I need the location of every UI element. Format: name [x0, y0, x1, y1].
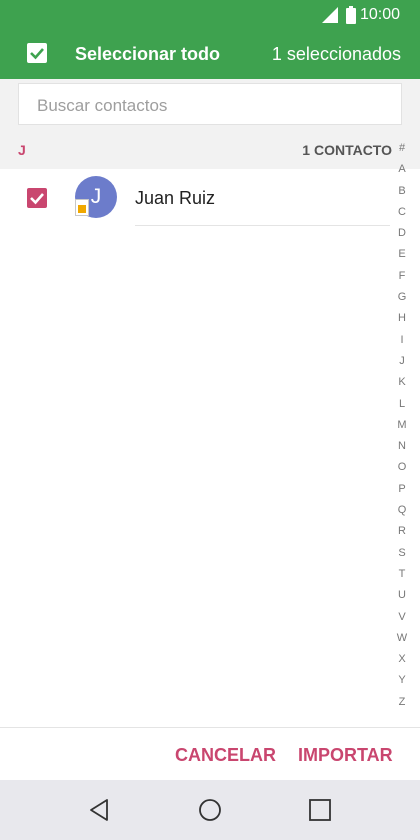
import-button[interactable]: IMPORTAR [298, 745, 393, 766]
cancel-button[interactable]: CANCELAR [175, 745, 276, 766]
index-letter[interactable]: V [392, 607, 412, 628]
index-letter[interactable]: W [392, 628, 412, 649]
index-letter[interactable]: E [392, 244, 412, 265]
status-bar: 10:00 [0, 0, 420, 30]
selected-count: 1 seleccionados [271, 44, 401, 64]
index-letter[interactable]: # [392, 138, 412, 159]
index-letter[interactable]: S [392, 543, 412, 564]
select-all-checkbox[interactable] [27, 43, 47, 63]
index-letter[interactable]: F [392, 266, 412, 287]
index-letter[interactable]: U [392, 585, 412, 606]
index-letter[interactable]: D [392, 223, 412, 244]
index-letter[interactable]: J [392, 351, 412, 372]
section-count: 1 CONTACTO [302, 142, 392, 158]
index-letter[interactable]: N [392, 436, 412, 457]
battery-icon [346, 6, 356, 24]
divider [135, 225, 390, 226]
index-letter[interactable]: M [392, 415, 412, 436]
contact-item[interactable]: J Juan Ruiz [0, 169, 392, 227]
signal-icon [322, 7, 338, 23]
index-letter[interactable]: C [392, 202, 412, 223]
alphabet-index[interactable]: # A B C D E F G H I J K L M N O P Q R S T U V W X Y Z [392, 138, 412, 713]
home-icon[interactable] [196, 796, 224, 824]
search-input[interactable]: Buscar contactos [18, 83, 402, 125]
app-bar: Seleccionar todo 1 seleccionados [0, 30, 420, 79]
back-icon[interactable] [86, 796, 114, 824]
section-letter: J [18, 142, 26, 158]
index-letter[interactable]: I [392, 330, 412, 351]
select-all-label[interactable]: Seleccionar todo [75, 44, 220, 65]
clock: 10:00 [360, 6, 401, 23]
contact-name: Juan Ruiz [135, 188, 216, 208]
index-letter[interactable]: A [392, 159, 412, 180]
recents-icon[interactable] [306, 796, 334, 824]
index-letter[interactable]: L [392, 394, 412, 415]
index-letter[interactable]: H [392, 308, 412, 329]
search-bar: Buscar contactos [0, 79, 420, 131]
index-letter[interactable]: X [392, 649, 412, 670]
sim-card-icon [75, 199, 89, 216]
index-letter[interactable]: Y [392, 670, 412, 691]
index-letter[interactable]: K [392, 372, 412, 393]
index-letter[interactable]: T [392, 564, 412, 585]
index-letter[interactable]: P [392, 479, 412, 500]
section-header: J 1 CONTACTO [0, 131, 420, 169]
index-letter[interactable]: Z [392, 692, 412, 713]
check-icon [30, 48, 44, 60]
action-bar: CANCELAR IMPORTAR [0, 727, 420, 780]
search-placeholder: Buscar contactos [37, 96, 168, 115]
contact-checkbox[interactable] [27, 188, 47, 208]
navigation-bar [0, 780, 420, 840]
index-letter[interactable]: G [392, 287, 412, 308]
check-icon [30, 193, 44, 205]
index-letter[interactable]: B [392, 181, 412, 202]
index-letter[interactable]: O [392, 457, 412, 478]
index-letter[interactable]: Q [392, 500, 412, 521]
index-letter[interactable]: R [392, 521, 412, 542]
